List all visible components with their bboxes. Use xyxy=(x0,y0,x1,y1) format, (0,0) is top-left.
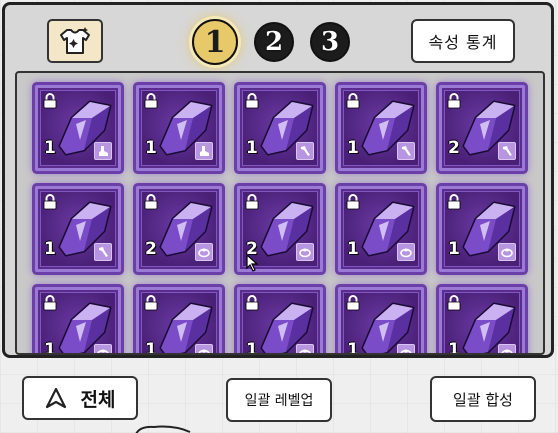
lock-icon xyxy=(346,295,360,311)
boot-icon xyxy=(195,142,213,160)
inventory-slot[interactable]: 1 xyxy=(237,287,323,355)
item-count: 1 xyxy=(145,138,157,158)
tshirt-sparkle-icon xyxy=(60,27,90,54)
lock-icon xyxy=(245,93,259,109)
attribute-stats-button[interactable]: 속성 통계 xyxy=(411,19,515,63)
item-count: 2 xyxy=(448,138,460,158)
ring-icon xyxy=(397,243,415,261)
boot-icon xyxy=(94,142,112,160)
ring-icon xyxy=(195,344,213,353)
item-count: 1 xyxy=(246,138,258,158)
inventory-slot[interactable]: 1 xyxy=(35,186,121,272)
lock-icon xyxy=(447,93,461,109)
lock-icon xyxy=(447,295,461,311)
ring-icon xyxy=(397,344,415,353)
inventory-slot[interactable]: 1 xyxy=(338,287,424,355)
ring-icon xyxy=(296,243,314,261)
lock-icon xyxy=(144,295,158,311)
wand-icon xyxy=(94,243,112,261)
lock-icon xyxy=(43,93,57,109)
inventory-grid-container[interactable]: 111121221111111 xyxy=(15,71,545,355)
lock-icon xyxy=(43,194,57,210)
lock-icon xyxy=(346,194,360,210)
tab-page-3[interactable]: 3 xyxy=(310,22,350,62)
lock-icon xyxy=(144,194,158,210)
tab-page-2[interactable]: 2 xyxy=(254,22,294,62)
filter-all-button[interactable]: 전체 xyxy=(22,376,138,420)
item-count: 1 xyxy=(347,239,359,259)
mouse-cursor-icon xyxy=(246,254,259,272)
wand-icon xyxy=(397,142,415,160)
tab-page-1[interactable]: 1 xyxy=(192,19,238,65)
item-count: 1 xyxy=(246,340,258,355)
inventory-slot[interactable]: 1 xyxy=(136,287,222,355)
inventory-slot[interactable]: 1 xyxy=(338,85,424,171)
inventory-slot[interactable]: 1 xyxy=(35,287,121,355)
item-count: 1 xyxy=(44,340,56,355)
outfit-button[interactable] xyxy=(47,19,103,63)
lock-icon xyxy=(346,93,360,109)
lock-icon xyxy=(144,93,158,109)
inventory-slot[interactable]: 1 xyxy=(338,186,424,272)
ring-icon xyxy=(296,344,314,353)
item-count: 1 xyxy=(44,239,56,259)
ring-icon xyxy=(195,243,213,261)
bulk-levelup-button[interactable]: 일괄 레벨업 xyxy=(226,378,332,422)
inventory-slot[interactable]: 1 xyxy=(136,85,222,171)
lock-icon xyxy=(245,194,259,210)
item-count: 1 xyxy=(347,340,359,355)
ring-icon xyxy=(498,243,516,261)
lock-icon xyxy=(447,194,461,210)
page-tabs: 1 2 3 xyxy=(192,19,350,65)
item-count: 1 xyxy=(448,340,460,355)
wand-icon xyxy=(498,142,516,160)
item-count: 1 xyxy=(448,239,460,259)
lock-icon xyxy=(245,295,259,311)
item-count: 1 xyxy=(145,340,157,355)
inventory-slot[interactable]: 1 xyxy=(439,287,525,355)
navigation-arrow-icon xyxy=(45,387,66,409)
equipment-panel: 1 2 3 속성 통계 111121221111111 xyxy=(2,2,554,358)
ring-icon xyxy=(498,344,516,353)
wand-icon xyxy=(296,142,314,160)
bulk-merge-button[interactable]: 일괄 합성 xyxy=(430,376,536,422)
item-count: 2 xyxy=(145,239,157,259)
item-count: 1 xyxy=(44,138,56,158)
inventory-slot[interactable]: 2 xyxy=(136,186,222,272)
lock-icon xyxy=(43,295,57,311)
sketch-decoration xyxy=(135,425,191,433)
bottom-bar: 전체 일괄 레벨업 일괄 합성 xyxy=(0,362,558,433)
inventory-slot[interactable]: 1 xyxy=(237,85,323,171)
item-count: 1 xyxy=(347,138,359,158)
inventory-slot[interactable]: 2 xyxy=(439,85,525,171)
top-bar: 1 2 3 속성 통계 xyxy=(5,5,551,69)
inventory-slot[interactable]: 1 xyxy=(439,186,525,272)
filter-all-label: 전체 xyxy=(80,388,116,411)
inventory-grid: 111121221111111 xyxy=(35,85,525,355)
inventory-slot[interactable]: 1 xyxy=(35,85,121,171)
ring-icon xyxy=(94,344,112,353)
